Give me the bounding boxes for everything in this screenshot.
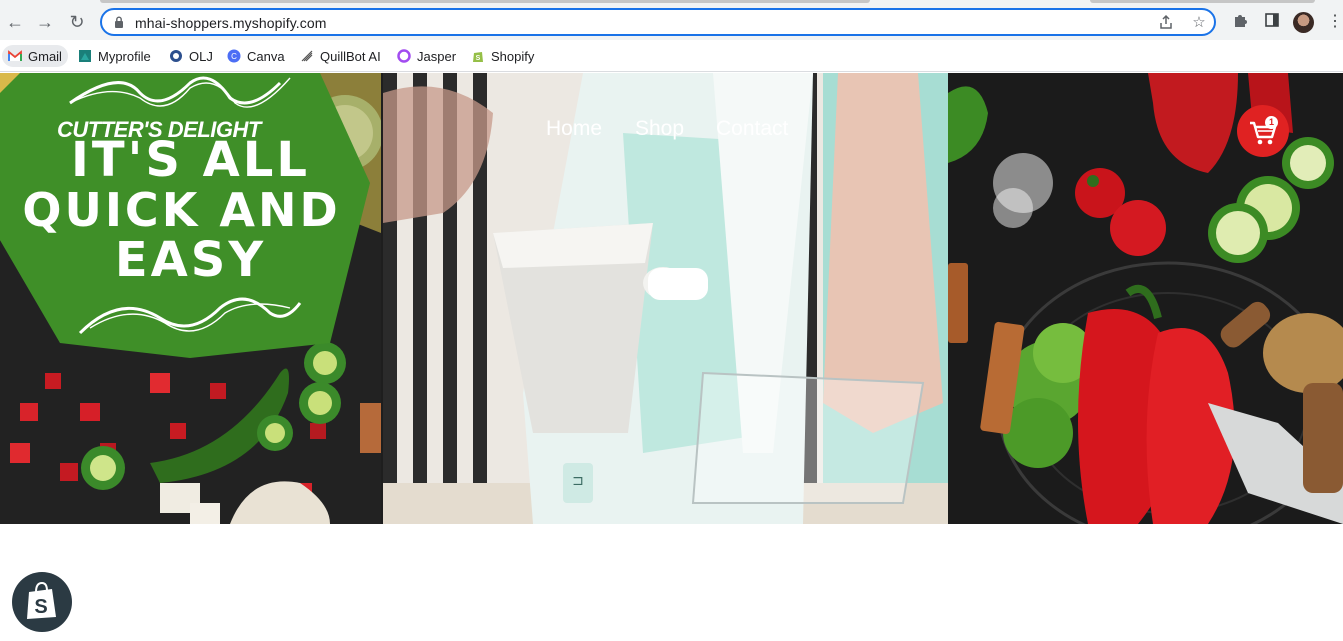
bookmark-label: Jasper <box>417 48 457 64</box>
nav-contact[interactable]: Contact <box>716 117 788 141</box>
bookmarks-bar: Gmail Myprofile OLJ C Canva QuillBot AI … <box>0 40 1343 72</box>
address-bar[interactable]: mhai-shoppers.myshopify.com ☆ <box>100 8 1216 36</box>
quillbot-icon <box>301 50 313 62</box>
tab-strip-edge-right <box>1090 0 1315 3</box>
back-icon[interactable]: ← <box>5 12 25 32</box>
bookmark-quillbot[interactable]: QuillBot AI <box>294 45 387 67</box>
bookmark-label: Shopify <box>491 48 535 64</box>
browser-toolbar: ← → ↻ mhai-shoppers.myshopify.com ☆ ⋮ <box>0 0 1343 40</box>
bookmark-label: OLJ <box>189 48 213 64</box>
bookmark-label: Canva <box>247 48 285 64</box>
svg-text:⊐: ⊐ <box>572 473 584 489</box>
bookmark-myprofile[interactable]: Myprofile <box>72 45 157 67</box>
shopify-icon: S <box>473 52 483 62</box>
share-icon[interactable] <box>1157 14 1175 32</box>
bookmark-jasper[interactable]: Jasper <box>391 45 462 67</box>
bookmark-shopify[interactable]: S Shopify <box>465 45 540 67</box>
nav-shop[interactable]: Shop <box>635 117 684 141</box>
shopify-bag-icon: S <box>27 581 56 619</box>
nav-home[interactable]: Home <box>546 117 602 141</box>
svg-text:C: C <box>231 52 237 61</box>
cart-icon <box>1250 121 1277 145</box>
banner-line-3: EASY <box>114 232 267 288</box>
bookmark-star-icon[interactable]: ☆ <box>1190 14 1208 32</box>
bookmark-label: Gmail <box>28 48 62 64</box>
cart-button[interactable]: 1 <box>1237 105 1289 157</box>
bookmark-label: QuillBot AI <box>320 48 381 64</box>
forward-icon[interactable]: → <box>35 12 55 32</box>
profile-avatar[interactable] <box>1293 12 1314 33</box>
url-text[interactable]: mhai-shoppers.myshopify.com <box>135 15 327 31</box>
jasper-icon <box>397 49 411 63</box>
extensions-icon[interactable] <box>1230 12 1250 32</box>
banner-line-2: QUICK AND <box>22 183 341 237</box>
banner-headline: IT'S ALL QUICK AND EASY <box>0 135 381 285</box>
myprofile-icon <box>79 50 91 62</box>
site-logo[interactable]: CUTTER'S DELIGHT <box>57 117 261 143</box>
bookmark-olj[interactable]: OLJ <box>163 45 219 67</box>
shopify-bag-button[interactable]: S <box>12 572 72 632</box>
bookmark-label: Myprofile <box>98 48 151 64</box>
olj-icon <box>170 50 182 62</box>
bookmark-gmail[interactable]: Gmail <box>2 45 68 67</box>
tab-strip-edge <box>100 0 870 3</box>
svg-text:S: S <box>34 596 47 618</box>
side-panel-icon[interactable] <box>1262 12 1282 32</box>
canva-icon: C <box>227 49 241 63</box>
svg-text:S: S <box>476 55 481 62</box>
menu-kebab-icon[interactable]: ⋮ <box>1325 12 1343 32</box>
hero-banner: IT'S ALL QUICK AND EASY ⊐ CUTTER'S DELIG… <box>0 73 1343 524</box>
lock-icon[interactable] <box>114 16 124 29</box>
cart-count-badge: 1 <box>1265 116 1278 129</box>
reload-icon[interactable]: ↻ <box>67 12 87 32</box>
bookmark-canva[interactable]: C Canva <box>221 45 291 67</box>
gmail-icon <box>8 50 22 61</box>
